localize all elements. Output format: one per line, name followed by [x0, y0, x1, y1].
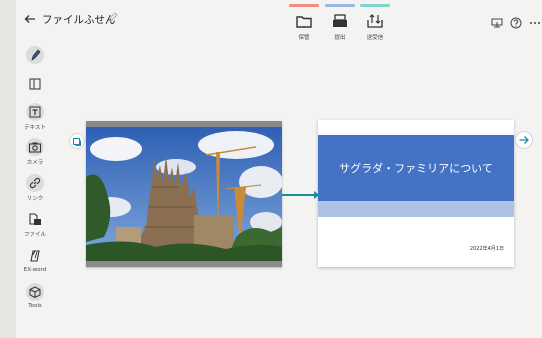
tool-tools[interactable]: Tools [22, 283, 48, 309]
tool-label: EX-word [23, 267, 47, 273]
dictionary-icon [26, 247, 44, 265]
folder-icon [296, 16, 312, 28]
send-receive-icon [367, 14, 383, 28]
display-mode-icon[interactable] [491, 14, 503, 28]
tray-icon [333, 14, 347, 27]
app-window: ファイルふせん 保管 提出 送受信 テキスト カメラ リンク ファイル EX-w… [16, 0, 542, 338]
tool-label: リンク [26, 196, 44, 202]
camera-icon [26, 138, 44, 156]
tool-link[interactable]: リンク [22, 174, 48, 202]
send-receive-label: 送受信 [366, 35, 384, 41]
tool-label: Tools [28, 303, 42, 309]
file-icon [26, 210, 44, 228]
link-connector [282, 191, 319, 199]
save-accent-bar [289, 4, 319, 7]
tool-label: ファイル [23, 232, 46, 238]
layout-icon [26, 75, 44, 93]
link-icon [26, 174, 44, 192]
box-icon [26, 283, 44, 301]
tool-file[interactable]: ファイル [22, 210, 48, 238]
edit-title-pencil-icon[interactable] [108, 12, 118, 25]
page-title: ファイルふせん [42, 14, 116, 26]
tool-camera[interactable]: カメラ [22, 138, 48, 166]
submit-button[interactable]: 提出 [325, 4, 355, 44]
attach-icon[interactable] [69, 133, 85, 149]
text-icon [26, 103, 44, 121]
save-button[interactable]: 保管 [289, 4, 319, 44]
tool-layout[interactable] [22, 75, 48, 95]
more-options-icon[interactable] [529, 14, 541, 26]
tool-ex-word[interactable]: EX-word [22, 247, 48, 273]
slide-date: 2022年4月1日 [469, 246, 504, 252]
next-arrow-icon[interactable] [515, 131, 533, 149]
tool-label: カメラ [26, 160, 44, 166]
tool-label: テキスト [24, 125, 46, 131]
tool-text[interactable]: テキスト [22, 103, 48, 131]
send-receive-button[interactable]: 送受信 [360, 4, 390, 44]
sagrada-familia-photo [86, 127, 282, 261]
tool-pen[interactable] [22, 46, 48, 66]
submit-accent-bar [325, 4, 355, 7]
slide-card[interactable]: サグラダ・ファミリアについて 2022年4月1日 [318, 120, 514, 267]
help-icon[interactable] [510, 14, 522, 29]
slide-subtitle-band [318, 201, 514, 217]
pen-icon [26, 46, 44, 64]
slide-title: サグラダ・ファミリアについて [339, 162, 493, 175]
back-arrow-icon[interactable] [24, 13, 36, 25]
photo-card[interactable] [86, 121, 282, 267]
send-receive-accent-bar [360, 4, 390, 7]
